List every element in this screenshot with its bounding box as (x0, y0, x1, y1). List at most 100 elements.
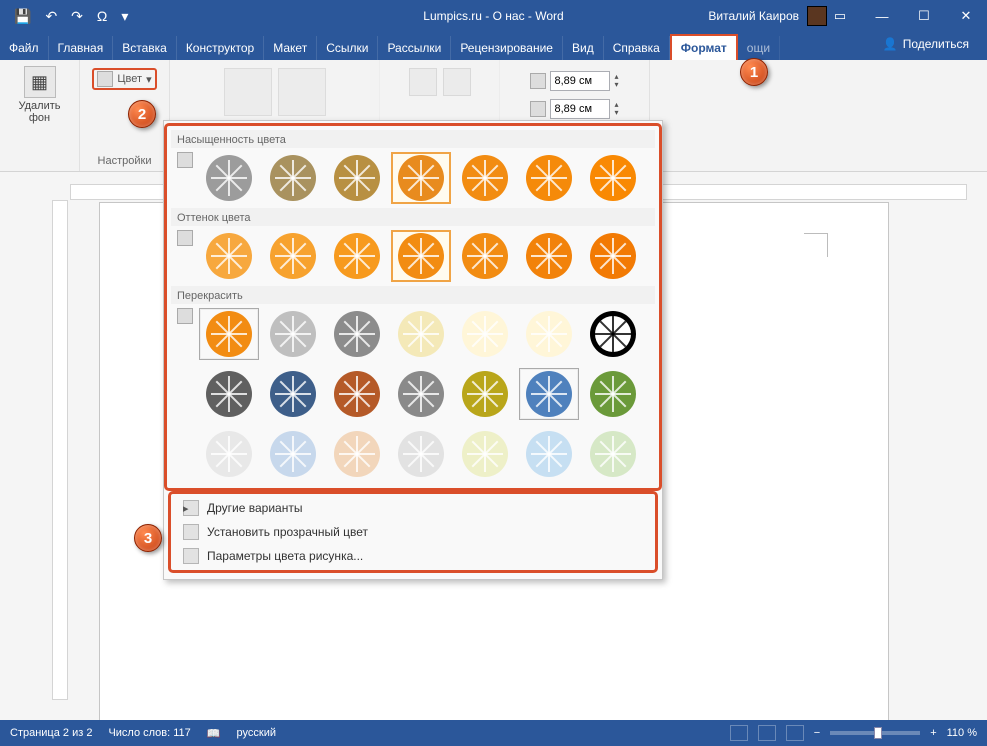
remove-background-button[interactable]: ▦ Удалить фон (17, 64, 63, 126)
maximize-icon[interactable]: ☐ (903, 0, 945, 32)
undo-icon[interactable]: ↶ (45, 8, 57, 25)
tab-help[interactable]: Справка (604, 36, 670, 60)
tab-insert[interactable]: Вставка (113, 36, 177, 60)
color-button[interactable]: Цвет ▾ (92, 68, 156, 90)
color-swatch[interactable] (199, 428, 259, 480)
picture-color-options-item[interactable]: Параметры цвета рисунка... (173, 544, 653, 568)
quick-access-toolbar: 💾 ↶ ↷ Ω ▾ (0, 8, 128, 25)
color-swatch[interactable] (199, 152, 259, 204)
color-swatch[interactable] (327, 230, 387, 282)
redo-icon[interactable]: ↷ (71, 8, 83, 25)
callout-badge-3: 3 (134, 524, 162, 552)
color-swatch[interactable] (263, 152, 323, 204)
color-swatch[interactable] (391, 368, 451, 420)
spinner-icon[interactable]: ▴▾ (614, 101, 618, 117)
spacer (177, 368, 195, 420)
color-swatch[interactable] (519, 152, 579, 204)
color-swatch[interactable] (199, 368, 259, 420)
user-name: Виталий Каиров (708, 9, 799, 23)
zoom-thumb[interactable] (874, 727, 882, 739)
tab-view[interactable]: Вид (563, 36, 604, 60)
width-field-row: ▴▾ (527, 98, 621, 120)
tab-overflow: ощи (738, 36, 780, 60)
word-count[interactable]: Число слов: 117 (108, 727, 190, 739)
language-status[interactable]: русский (237, 727, 276, 739)
tab-mailings[interactable]: Рассылки (378, 36, 451, 60)
tab-file[interactable]: Файл (0, 36, 49, 60)
set-transparent-label: Установить прозрачный цвет (207, 525, 368, 539)
tab-home[interactable]: Главная (49, 36, 114, 60)
arrange-item-icon[interactable] (409, 68, 437, 96)
set-transparent-item[interactable]: Установить прозрачный цвет (173, 520, 653, 544)
color-swatch[interactable] (519, 368, 579, 420)
color-swatch[interactable] (455, 230, 515, 282)
color-swatch[interactable] (583, 308, 643, 360)
color-swatch[interactable] (391, 230, 451, 282)
color-swatch[interactable] (519, 308, 579, 360)
height-field-row: ▴▾ (527, 70, 621, 92)
color-swatch[interactable] (519, 428, 579, 480)
styles-item-icon[interactable] (224, 68, 272, 116)
color-swatch[interactable] (327, 428, 387, 480)
color-swatch[interactable] (455, 368, 515, 420)
save-icon[interactable]: 💾 (14, 8, 31, 25)
color-icon (97, 71, 113, 87)
qat-dropdown-icon[interactable]: ▾ (121, 8, 128, 25)
tab-format[interactable]: Формат (670, 34, 738, 60)
color-swatch[interactable] (583, 368, 643, 420)
tab-layout[interactable]: Макет (264, 36, 317, 60)
read-mode-icon[interactable] (730, 725, 748, 741)
color-swatch[interactable] (263, 230, 323, 282)
tab-references[interactable]: Ссылки (317, 36, 378, 60)
spinner-icon[interactable]: ▴▾ (614, 73, 618, 89)
color-swatch[interactable] (199, 308, 259, 360)
zoom-out-button[interactable]: − (814, 727, 820, 739)
ribbon-options-icon[interactable]: ▭ (819, 0, 861, 32)
spellcheck-icon[interactable]: 📖 (207, 727, 221, 740)
color-swatch[interactable] (327, 152, 387, 204)
color-swatch[interactable] (391, 308, 451, 360)
color-swatch[interactable] (583, 230, 643, 282)
print-layout-icon[interactable] (758, 725, 776, 741)
group-remove-bg: ▦ Удалить фон (0, 60, 80, 171)
title-bar: 💾 ↶ ↷ Ω ▾ Lumpics.ru - О нас - Word Вита… (0, 0, 987, 32)
color-swatch[interactable] (199, 230, 259, 282)
zoom-slider[interactable] (830, 731, 920, 735)
color-swatch[interactable] (455, 308, 515, 360)
color-swatch[interactable] (455, 152, 515, 204)
zoom-in-button[interactable]: + (930, 727, 936, 739)
color-swatch[interactable] (391, 152, 451, 204)
color-swatch[interactable] (519, 230, 579, 282)
user-account[interactable]: Виталий Каиров (708, 6, 827, 26)
more-variants-label: Другие варианты (207, 501, 302, 515)
zoom-level[interactable]: 110 % (947, 727, 977, 739)
color-swatch[interactable] (263, 308, 323, 360)
saturation-section-icon (177, 152, 193, 168)
color-swatch[interactable] (327, 308, 387, 360)
symbol-icon[interactable]: Ω (97, 8, 107, 25)
color-panel: Насыщенность цвета (163, 120, 663, 580)
color-swatch[interactable] (263, 428, 323, 480)
color-swatch[interactable] (583, 428, 643, 480)
minimize-icon[interactable]: — (861, 0, 903, 32)
recolor-section-icon (177, 308, 193, 324)
share-icon: 👤 (883, 37, 898, 51)
height-input[interactable] (550, 71, 610, 91)
vertical-ruler[interactable] (52, 200, 68, 700)
styles-item-icon[interactable] (278, 68, 326, 116)
color-swatch[interactable] (455, 428, 515, 480)
color-swatch[interactable] (391, 428, 451, 480)
color-swatch[interactable] (263, 368, 323, 420)
share-button[interactable]: 👤 Поделиться (883, 37, 969, 51)
group-adjust: Цвет ▾ Настройки (80, 60, 170, 171)
color-swatch[interactable] (583, 152, 643, 204)
more-variants-item[interactable]: Другие варианты ▸ (173, 496, 653, 520)
arrange-item-icon[interactable] (443, 68, 471, 96)
width-input[interactable] (550, 99, 610, 119)
page-status[interactable]: Страница 2 из 2 (10, 727, 92, 739)
tab-design[interactable]: Конструктор (177, 36, 264, 60)
web-layout-icon[interactable] (786, 725, 804, 741)
close-icon[interactable]: ✕ (945, 0, 987, 32)
tab-review[interactable]: Рецензирование (451, 36, 563, 60)
color-swatch[interactable] (327, 368, 387, 420)
